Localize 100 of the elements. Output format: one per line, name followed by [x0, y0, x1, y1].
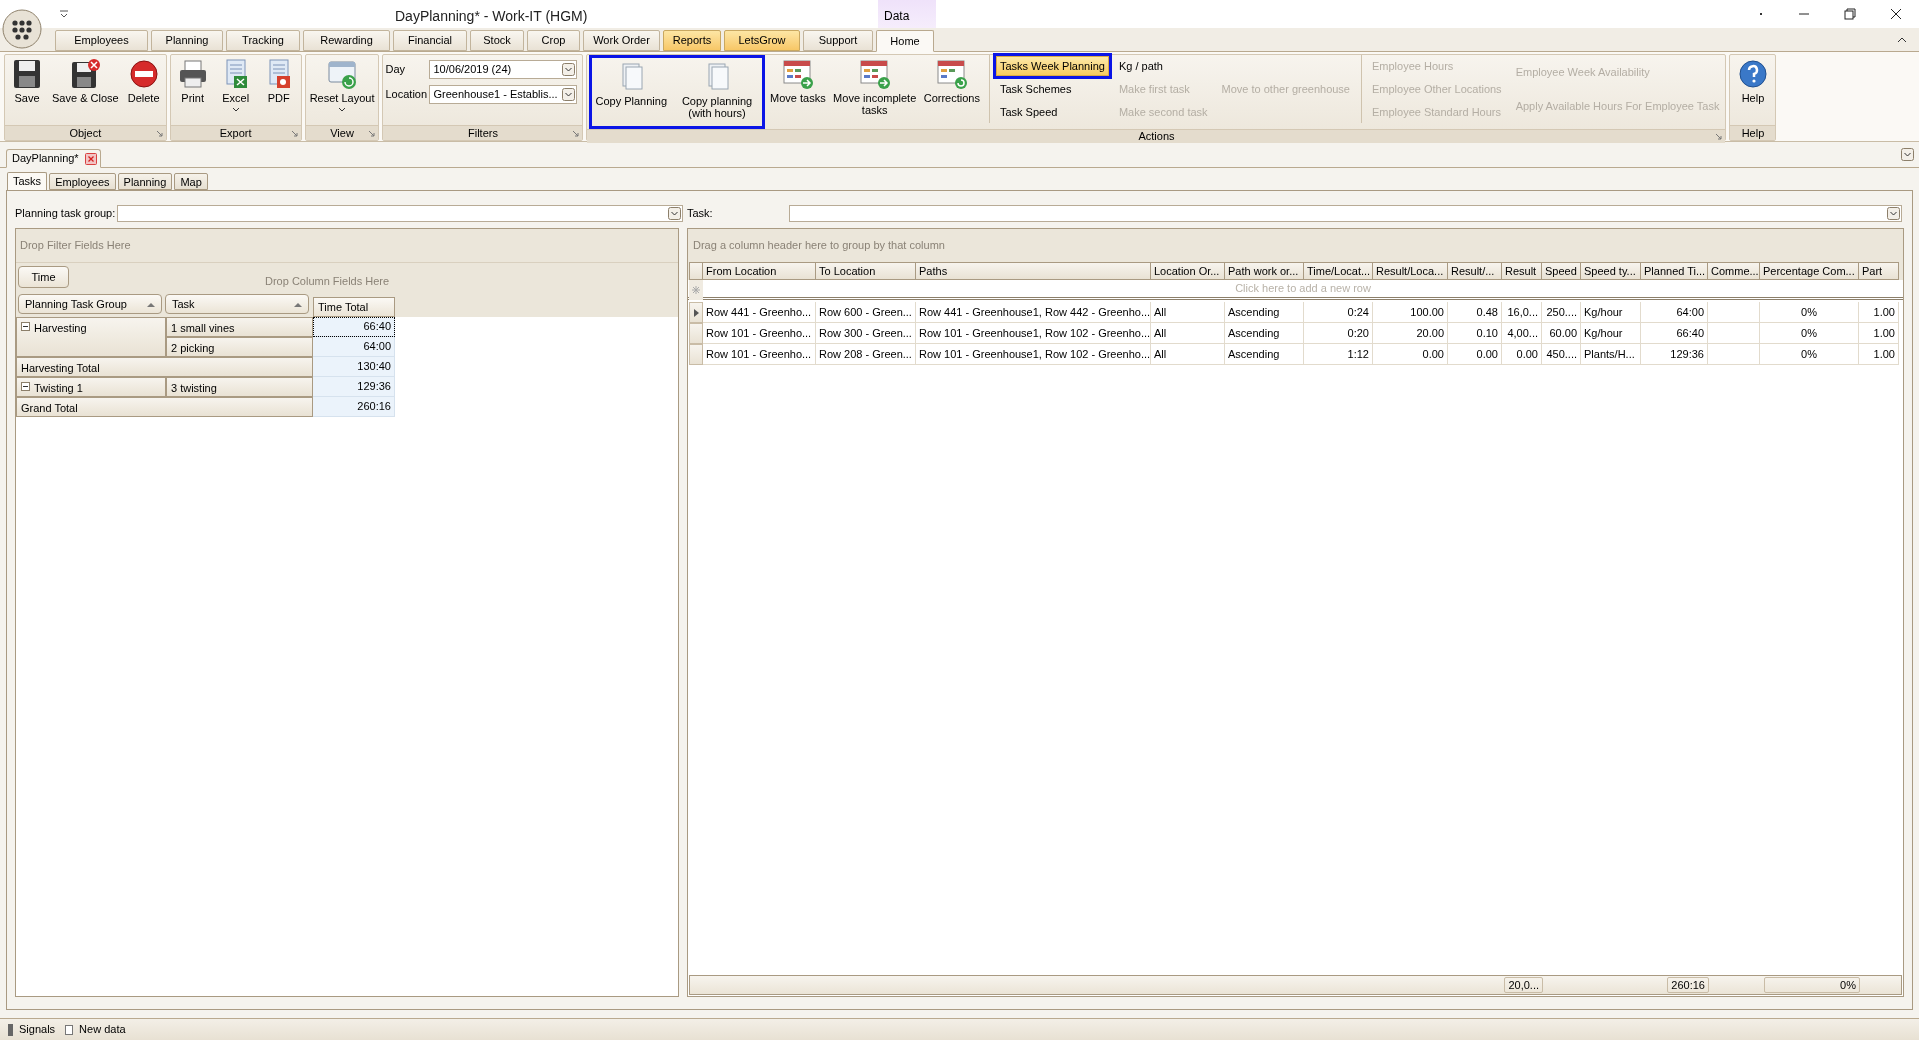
- dropdown-icon: [668, 207, 681, 220]
- status-item[interactable]: Signals: [19, 1021, 56, 1038]
- ribbon-button[interactable]: Move tasks: [768, 55, 828, 123]
- ribbon-tab[interactable]: Planning: [151, 30, 223, 51]
- table-cell: Plants/H...: [1581, 344, 1641, 365]
- ribbon-button[interactable]: Print: [172, 55, 213, 123]
- row-header-cell: Harvesting Total: [16, 357, 313, 377]
- dropdown-field[interactable]: [117, 205, 683, 222]
- ribbon-button[interactable]: Corrections: [921, 55, 982, 123]
- status-item[interactable]: New data: [79, 1021, 126, 1038]
- column-header[interactable]: Comme...: [1708, 262, 1760, 280]
- ribbon-tab[interactable]: Employees: [55, 30, 148, 51]
- table-cell: 0.00: [1502, 344, 1542, 365]
- dropdown-field[interactable]: 10/06/2019 (24): [429, 60, 578, 79]
- column-header[interactable]: Planned Ti...: [1641, 262, 1708, 280]
- ribbon-tab[interactable]: Financial: [393, 30, 467, 51]
- column-header[interactable]: Result/...: [1448, 262, 1502, 280]
- ribbon-button[interactable]: Copy planning (with hours): [673, 58, 762, 126]
- column-header[interactable]: Result: [1502, 262, 1542, 280]
- ribbon-tab[interactable]: Reports: [663, 30, 721, 51]
- column-header[interactable]: To Location: [816, 262, 916, 280]
- drop-zone-hint: Drop Column Fields Here: [265, 273, 390, 289]
- launcher-icon[interactable]: [155, 130, 163, 137]
- field-button[interactable]: Time: [18, 266, 69, 288]
- view-tab[interactable]: Employees: [49, 173, 116, 190]
- dropdown-field[interactable]: [789, 205, 1902, 222]
- field-button[interactable]: Task: [165, 294, 309, 314]
- table-cell: 250....: [1542, 302, 1581, 323]
- column-header[interactable]: Speed: [1542, 262, 1581, 280]
- table-cell: 0:20: [1304, 323, 1373, 344]
- ribbon-tab[interactable]: Crop: [527, 30, 580, 51]
- launcher-icon[interactable]: [572, 130, 580, 137]
- ribbon-tab[interactable]: LetsGrow: [724, 30, 800, 51]
- empty-cell: [1708, 344, 1760, 365]
- ribbon-action[interactable]: Tasks Week Planning: [995, 56, 1109, 76]
- launcher-icon[interactable]: [368, 130, 376, 137]
- group-caption: Object: [69, 126, 102, 140]
- column-header[interactable]: Result/Loca...: [1373, 262, 1448, 280]
- ribbon-tab[interactable]: Support: [803, 30, 873, 51]
- row-indicator[interactable]: [689, 302, 703, 323]
- view-tab[interactable]: Map: [174, 173, 208, 190]
- column-header[interactable]: Time/Locat...: [1304, 262, 1373, 280]
- launcher-icon[interactable]: [290, 130, 298, 137]
- table-cell: 60.00: [1542, 323, 1581, 344]
- column-header[interactable]: Speed ty...: [1581, 262, 1641, 280]
- quick-access-caret-icon[interactable]: [58, 9, 70, 19]
- document-tab[interactable]: DayPlanning*: [6, 149, 101, 168]
- ribbon-button[interactable]: PDF: [258, 55, 299, 123]
- dropdown-field[interactable]: Greenhouse1 - Establis...: [429, 85, 578, 104]
- sort-ascending-icon: [294, 301, 302, 307]
- value-cell: 66:40: [313, 317, 395, 337]
- ribbon-button[interactable]: Save & Close: [50, 55, 121, 123]
- ribbon-button[interactable]: Excel: [215, 55, 256, 123]
- column-header[interactable]: Path work or...: [1225, 262, 1304, 280]
- ribbon-action[interactable]: Kg / path: [1114, 56, 1212, 76]
- table-cell: Row 101 - Greenhouse1, Row 102 - Greenho...: [916, 344, 1151, 365]
- ribbon-action[interactable]: Task Speed: [995, 102, 1109, 122]
- ribbon-tab[interactable]: Tracking: [226, 30, 300, 51]
- table-cell: Row 208 - Green...: [816, 344, 916, 365]
- help-button[interactable]: Help: [1732, 55, 1773, 123]
- field-button[interactable]: Planning Task Group: [18, 294, 162, 314]
- tab-list-icon[interactable]: [1901, 148, 1914, 161]
- collapse-icon[interactable]: [21, 382, 30, 391]
- table-cell: 66:40: [1641, 323, 1708, 344]
- column-header[interactable]: Percentage Com...: [1760, 262, 1859, 280]
- ribbon-button[interactable]: Save: [7, 55, 47, 123]
- view-tab[interactable]: Planning: [117, 173, 173, 190]
- ribbon-button[interactable]: Move incomplete tasks: [830, 55, 919, 123]
- ribbon-tab[interactable]: Work Order: [583, 30, 660, 51]
- collapse-ribbon-icon[interactable]: [1897, 36, 1907, 44]
- ribbon-button[interactable]: Copy Planning: [593, 58, 670, 126]
- current-row-icon: [693, 308, 699, 317]
- empty-cell: [1708, 323, 1760, 344]
- table-cell: 1:12: [1304, 344, 1373, 365]
- table-cell: 1.00: [1859, 344, 1899, 365]
- table-cell: All: [1151, 302, 1225, 323]
- ribbon-button[interactable]: Delete: [123, 55, 164, 123]
- launcher-icon[interactable]: [1715, 133, 1723, 140]
- column-header[interactable]: From Location: [703, 262, 816, 280]
- table-cell: 100.00: [1373, 302, 1448, 323]
- ribbon-tab[interactable]: Rewarding: [303, 30, 390, 51]
- collapse-icon[interactable]: [21, 322, 30, 331]
- column-header[interactable]: Location Or...: [1151, 262, 1225, 280]
- ribbon-button[interactable]: Reset Layout: [307, 55, 377, 123]
- table-cell: Row 441 - Greenhouse1, Row 442 - Greenho...: [916, 302, 1151, 323]
- table-cell: Row 101 - Greenhouse1, Row 102 - Greenho...: [916, 323, 1151, 344]
- calendar-arrow-icon: [858, 58, 891, 90]
- close-icon[interactable]: [84, 152, 97, 165]
- group-caption: Export: [219, 126, 252, 140]
- column-header[interactable]: Part: [1859, 262, 1899, 280]
- column-header[interactable]: Paths: [916, 262, 1151, 280]
- ribbon-tab[interactable]: Home: [876, 30, 934, 52]
- ribbon-tab[interactable]: Stock: [470, 30, 524, 51]
- ribbon-action[interactable]: Task Schemes: [995, 79, 1109, 99]
- floppy-delete-icon: [69, 58, 102, 90]
- view-tab[interactable]: Tasks: [7, 172, 48, 191]
- delete-icon: [127, 58, 160, 90]
- value-cell: 260:16: [313, 397, 395, 417]
- new-row-icon: [689, 280, 703, 300]
- field-label: Location: [385, 87, 429, 103]
